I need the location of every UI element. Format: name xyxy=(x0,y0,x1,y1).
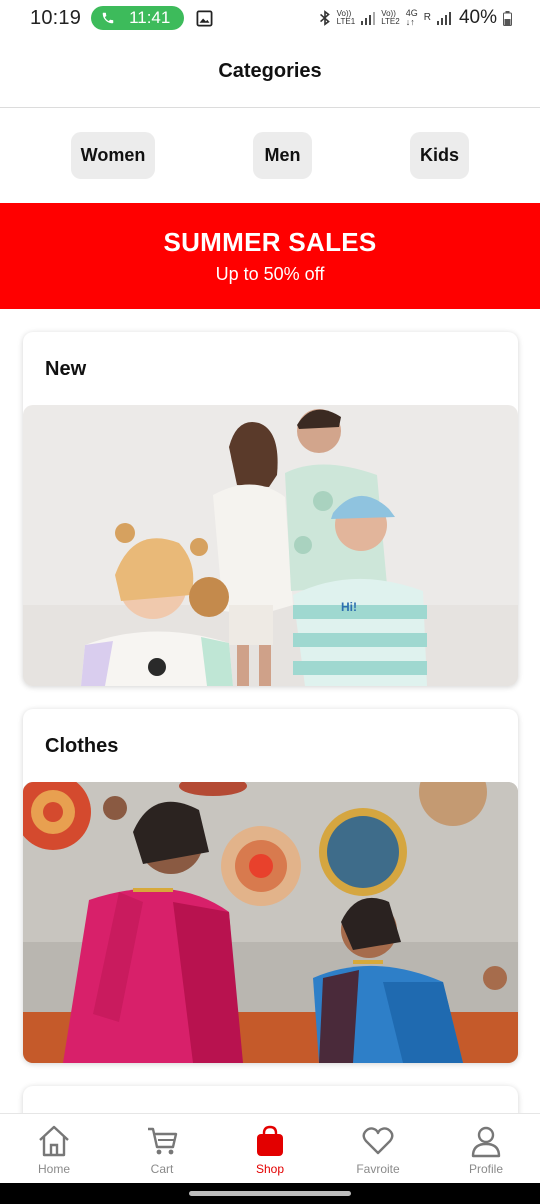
card-title: Clothes xyxy=(45,735,119,757)
profile-icon xyxy=(471,1126,501,1158)
home-icon xyxy=(39,1125,69,1157)
banner-subtitle: Up to 50% off xyxy=(215,264,325,284)
app-header: Categories xyxy=(0,36,540,108)
call-timer: 11:41 xyxy=(129,8,171,27)
status-icons: Vo)) LTE1 Vo)) LTE2 4G ↓↑ R 40% xyxy=(319,7,512,29)
category-chips: Women Men Kids xyxy=(0,132,540,180)
bluetooth-icon xyxy=(319,10,330,26)
chip-women[interactable]: Women xyxy=(71,132,155,179)
bottom-navigation: Home Cart Shop Favroite Profile xyxy=(0,1113,540,1183)
chip-men[interactable]: Men xyxy=(253,132,312,179)
battery-percent: 40% xyxy=(458,7,497,28)
card-title: New xyxy=(45,358,87,380)
sim1-tag: Vo)) LTE1 xyxy=(336,9,356,26)
nav-home[interactable]: Home xyxy=(0,1114,108,1183)
battery-icon xyxy=(503,10,512,26)
system-gesture-bar xyxy=(0,1183,540,1204)
nav-label: Cart xyxy=(150,1162,174,1176)
nav-label: Profile xyxy=(468,1162,503,1176)
sim1-signal-icon xyxy=(361,11,376,25)
nav-label: Favroite xyxy=(356,1162,400,1176)
family-kids-fashion-photo: Hi! xyxy=(23,405,518,686)
status-bar: 10:19 11:41 Vo)) LTE1 Vo)) LTE2 4G ↓↑ R 40% xyxy=(0,0,540,36)
women-in-sarees-photo xyxy=(23,782,518,1063)
category-card-clothes[interactable]: Clothes xyxy=(23,709,518,1063)
shopping-bag-icon xyxy=(257,1125,283,1156)
sim2-signal-icon xyxy=(436,11,451,25)
ongoing-call-pill[interactable]: 11:41 xyxy=(91,6,185,30)
nav-cart[interactable]: Cart xyxy=(108,1114,216,1183)
gallery-icon xyxy=(196,10,213,26)
app-screen: 10:19 11:41 Vo)) LTE1 Vo)) LTE2 4G ↓↑ R 40%… xyxy=(0,0,540,1204)
svg-text:Hi!: Hi! xyxy=(341,600,357,614)
status-time: 10:19 xyxy=(30,6,82,29)
page-title: Categories xyxy=(218,60,322,82)
phone-icon xyxy=(102,12,114,24)
category-card-new[interactable]: New Hi! xyxy=(23,332,518,686)
nav-favorite[interactable]: Favroite xyxy=(324,1114,432,1183)
cart-icon xyxy=(148,1127,178,1155)
network-type: 4G ↓↑ xyxy=(405,8,418,27)
banner-title: SUMMER SALES xyxy=(163,227,377,257)
nav-profile[interactable]: Profile xyxy=(432,1114,540,1183)
heart-icon xyxy=(362,1127,394,1155)
chip-kids[interactable]: Kids xyxy=(410,132,469,179)
nav-label: Shop xyxy=(255,1162,285,1176)
home-gesture-handle[interactable] xyxy=(189,1191,351,1196)
nav-shop[interactable]: Shop xyxy=(216,1114,324,1183)
nav-label: Home xyxy=(37,1162,70,1176)
sim2-tag: Vo)) LTE2 xyxy=(381,9,400,26)
summer-sales-banner[interactable]: SUMMER SALES Up to 50% off xyxy=(0,203,540,309)
roaming-indicator: R xyxy=(423,12,431,23)
